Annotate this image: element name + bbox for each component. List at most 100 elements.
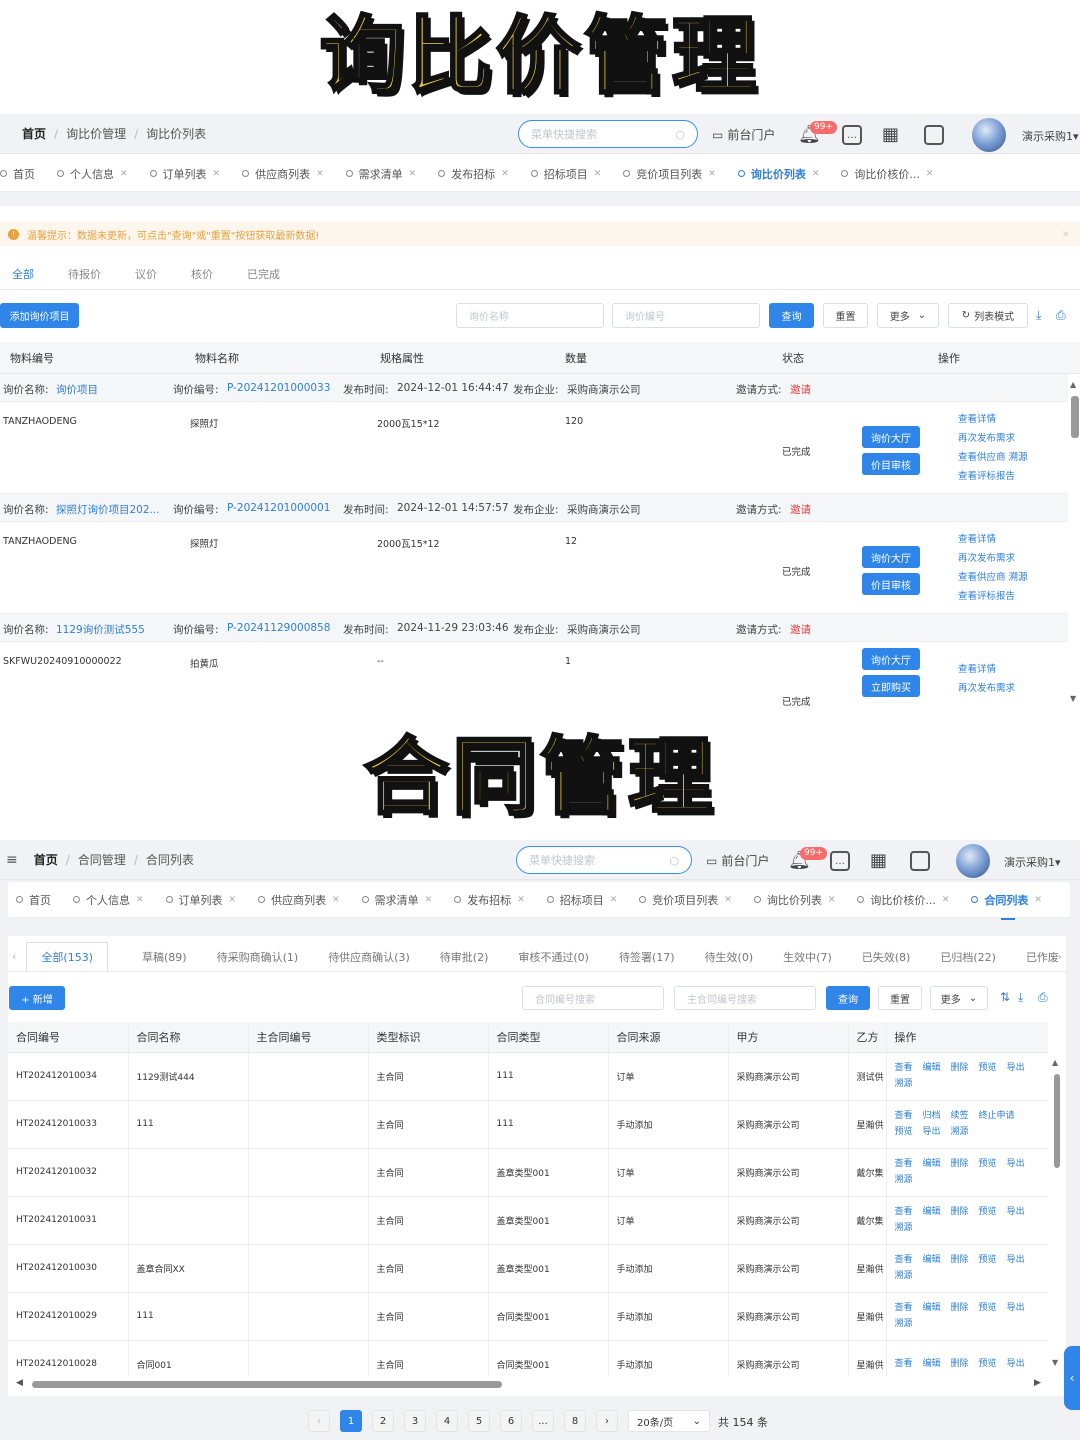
op-link[interactable]: 查看 [895,1111,913,1121]
list-mode-button[interactable]: ↻ 列表模式 [948,303,1028,328]
inquiry-hall-button[interactable]: 询价大厅 [862,648,920,670]
prev-page-button[interactable]: ‹ [308,1410,330,1432]
op-link[interactable]: 预览 [979,1207,997,1217]
op-link[interactable]: 预览 [979,1303,997,1313]
status-tab-2[interactable]: 待采购商确认(1) [217,949,299,965]
tab-7[interactable]: 竞价项目列表 ✕ [639,892,732,908]
page-button[interactable]: 5 [468,1410,490,1432]
buy-now-button[interactable]: 立即购买 [862,675,920,697]
operation-link[interactable]: 查看评标报告 [958,587,1028,606]
group-field[interactable]: P-20241201000001 [227,502,330,514]
avatar[interactable] [972,118,1006,152]
op-link[interactable]: 删除 [951,1303,969,1313]
contract-code-input[interactable]: 合同编号搜索 [522,986,664,1010]
fullscreen-icon[interactable] [924,125,944,145]
status-tab-6[interactable]: 待签署(17) [619,949,675,965]
close-icon[interactable]: ✕ [942,895,950,905]
download-icon[interactable]: ⤓ [1036,308,1041,323]
close-icon[interactable]: ✕ [724,895,732,905]
breadcrumb-contract-mgmt[interactable]: 合同管理 [78,851,126,868]
chevron-left-icon[interactable]: ‹ [12,950,16,963]
op-link[interactable]: 删除 [951,1255,969,1265]
scroll-up-icon[interactable]: ▲ [1070,380,1076,389]
scroll-up-icon[interactable]: ▲ [1052,1058,1058,1067]
op-link[interactable]: 查看 [895,1159,913,1169]
status-tab-5[interactable]: 审核不通过(0) [518,949,589,965]
op-link[interactable]: 预览 [979,1359,997,1369]
status-tab-11[interactable]: 已作废 [1026,949,1059,965]
op-link[interactable]: 预览 [979,1063,997,1073]
status-tab-0[interactable]: 全部 [12,266,34,282]
op-link[interactable]: 编辑 [923,1063,941,1073]
operation-link[interactable]: 查看供应商 溯源 [958,568,1028,587]
op-link[interactable]: 查看 [895,1255,913,1265]
close-icon[interactable]: ✕ [229,895,237,905]
tab-8[interactable]: 询比价列表 ✕ [753,892,835,908]
column-settings-icon[interactable]: ⇅ [1000,990,1010,1004]
operation-link[interactable]: 查看详情 [958,530,1028,549]
inquiry-hall-button[interactable]: 询价大厅 [862,546,920,568]
status-tab-3[interactable]: 核价 [191,266,213,282]
menu-search-input[interactable]: 菜单快捷搜索 ○ [516,846,692,874]
op-link[interactable]: 导出 [1007,1063,1025,1073]
close-icon[interactable]: ✕ [812,169,820,179]
tab-5[interactable]: 发布招标 ✕ [454,892,525,908]
close-icon[interactable]: ✕ [120,169,128,179]
status-tab-9[interactable]: 已失效(8) [862,949,911,965]
op-link[interactable]: 编辑 [923,1207,941,1217]
message-icon[interactable]: … [830,851,850,871]
op-link[interactable]: 溯源 [895,1271,913,1281]
op-link[interactable]: 删除 [951,1359,969,1369]
op-link[interactable]: 终止申请 [979,1111,1015,1121]
op-link[interactable]: 续签 [951,1111,969,1121]
operation-link[interactable]: 查看详情 [958,410,1028,429]
main-contract-code-input[interactable]: 主合同编号搜索 [674,986,816,1010]
scroll-right-icon[interactable]: ▶ [1034,1378,1041,1388]
print-icon[interactable]: ⎙ [1056,308,1066,323]
menu-search-input[interactable]: 菜单快捷搜索 ○ [518,120,698,148]
horizontal-scrollbar[interactable] [32,1381,502,1388]
print-icon[interactable]: ⎙ [1038,990,1048,1005]
user-menu[interactable]: 演示采购1 ▾ [1004,854,1061,870]
op-link[interactable]: 编辑 [923,1303,941,1313]
tab-10[interactable]: 合同列表 ✕ [971,892,1042,920]
op-link[interactable]: 归档 [923,1111,941,1121]
status-tab-8[interactable]: 生效中(7) [783,949,832,965]
tab-2[interactable]: 订单列表 ✕ [165,892,237,908]
tab-0[interactable]: 首页 [0,166,35,182]
tab-6[interactable]: 招标项目 ✕ [546,892,617,908]
op-link[interactable]: 查看 [895,1359,913,1369]
op-link[interactable]: 编辑 [923,1255,941,1265]
close-icon[interactable]: ✕ [316,169,324,179]
price-review-button[interactable]: 价目审核 [862,453,920,475]
close-icon[interactable]: ✕ [409,169,417,179]
close-icon[interactable]: ✕ [501,169,509,179]
close-icon[interactable]: ✕ [708,169,716,179]
tab-3[interactable]: 供应商列表 ✕ [242,166,324,182]
query-button[interactable]: 查询 [826,986,870,1010]
tab-2[interactable]: 订单列表 ✕ [149,166,220,182]
page-button[interactable]: ... [532,1410,554,1432]
tab-9[interactable]: 询比价核价... ✕ [841,166,933,182]
group-field[interactable]: P-20241201000033 [227,382,330,394]
reset-button[interactable]: 重置 [823,303,868,328]
price-review-button[interactable]: 价目审核 [862,573,920,595]
op-link[interactable]: 查看 [895,1207,913,1217]
op-link[interactable]: 导出 [1007,1159,1025,1169]
fullscreen-icon[interactable] [910,851,930,871]
page-button[interactable]: 6 [500,1410,522,1432]
add-contract-button[interactable]: + 新增 [9,986,65,1010]
status-tab-7[interactable]: 待生效(0) [705,949,754,965]
status-tab-3[interactable]: 待供应商确认(3) [328,949,410,965]
op-link[interactable]: 导出 [1007,1359,1025,1369]
page-button[interactable]: 4 [436,1410,458,1432]
op-link[interactable]: 删除 [951,1063,969,1073]
op-link[interactable]: 溯源 [895,1223,913,1233]
apps-grid-icon[interactable]: ▦ [870,850,887,871]
close-icon[interactable]: ✕ [517,895,525,905]
user-menu[interactable]: 演示采购1 ▾ [1022,128,1079,144]
front-portal-link[interactable]: ▭ 前台门户 [712,126,775,143]
front-portal-link[interactable]: ▭ 前台门户 [706,852,769,869]
close-icon[interactable]: ✕ [1034,895,1042,905]
tab-3[interactable]: 供应商列表 ✕ [258,892,340,908]
